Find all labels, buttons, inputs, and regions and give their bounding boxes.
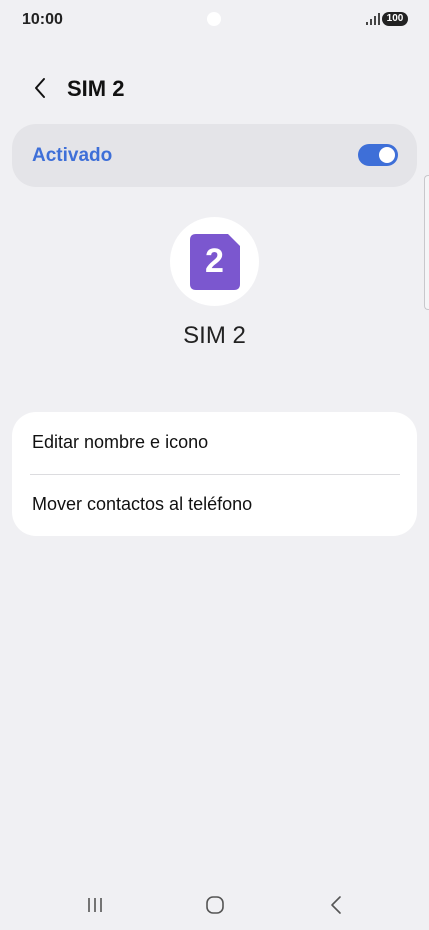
enable-switch[interactable] [358, 144, 398, 166]
status-time: 10:00 [22, 11, 63, 28]
battery-indicator: 100 [382, 12, 408, 26]
status-bar: 10:00 100 [0, 0, 429, 40]
home-button[interactable] [195, 890, 235, 920]
move-contacts-item[interactable]: Mover contactos al teléfono [12, 474, 417, 536]
scroll-handle[interactable] [424, 175, 429, 310]
options-list: Editar nombre e icono Mover contactos al… [12, 412, 417, 536]
toggle-label: Activado [32, 145, 113, 166]
option-label: Editar nombre e icono [32, 432, 209, 452]
camera-cutout [207, 12, 221, 26]
recents-icon [88, 898, 102, 912]
sim-icon-container: 2 [170, 217, 259, 306]
sim-enable-toggle-row[interactable]: Activado [12, 124, 417, 187]
navigation-bar [0, 880, 429, 930]
sim-card-icon: 2 [189, 233, 240, 290]
sim-name: SIM 2 [183, 322, 246, 349]
nav-back-button[interactable] [316, 890, 356, 920]
option-label: Mover contactos al teléfono [32, 494, 253, 514]
page-title: SIM 2 [67, 76, 125, 101]
switch-knob [379, 147, 395, 163]
back-button[interactable] [26, 74, 54, 102]
home-icon [206, 896, 224, 914]
back-icon [331, 896, 341, 914]
chevron-left-icon [35, 78, 45, 98]
recents-button[interactable] [75, 890, 115, 920]
sim-number: 2 [205, 241, 224, 280]
signal-icon [366, 13, 380, 25]
edit-name-icon-item[interactable]: Editar nombre e icono [12, 412, 417, 474]
